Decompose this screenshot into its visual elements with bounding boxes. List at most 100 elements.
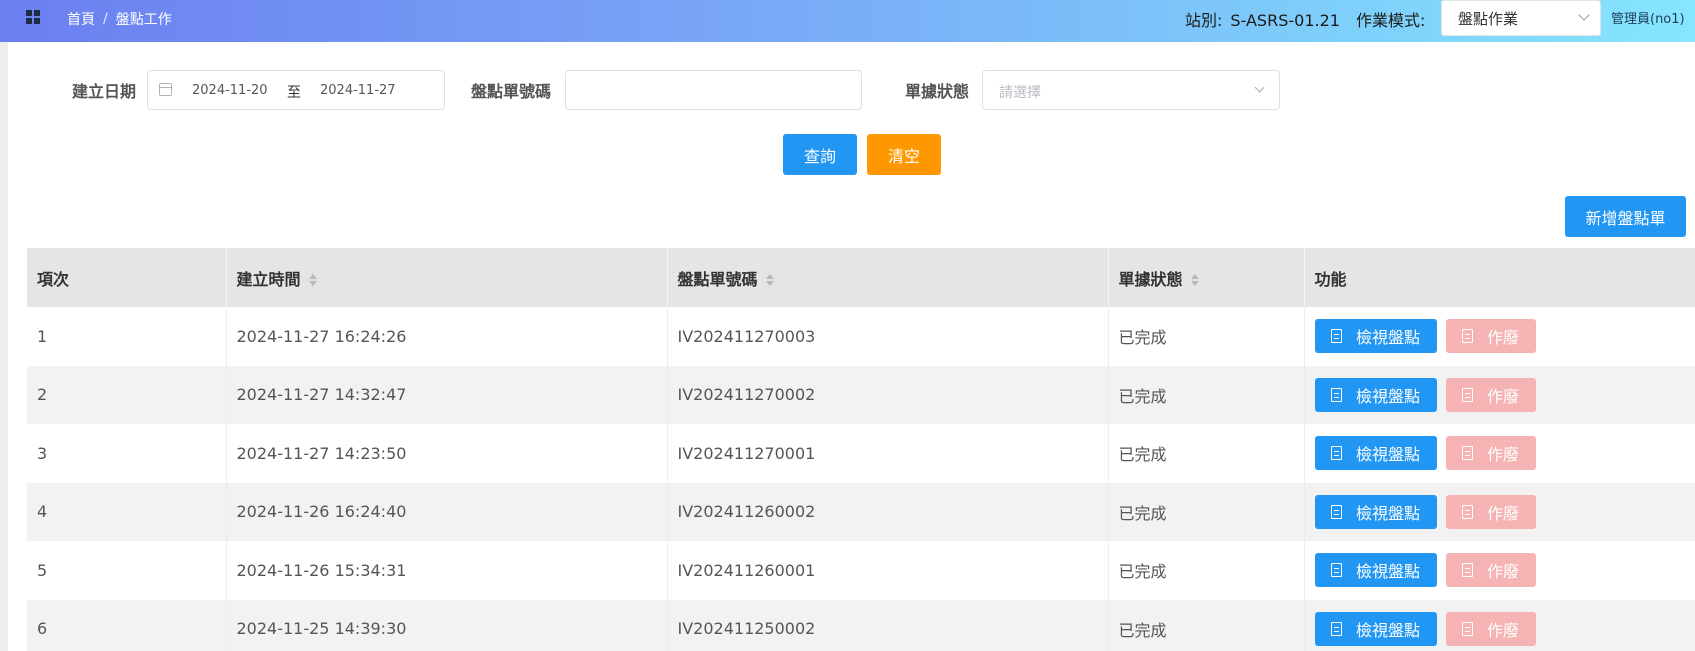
sort-icon[interactable] (765, 274, 774, 286)
cell-status: 已完成 (1108, 424, 1305, 483)
view-inventory-label: 檢視盤點 (1355, 445, 1420, 465)
cell-index: 3 (27, 424, 227, 483)
breadcrumb-current: 盤點工作 (115, 12, 172, 28)
document-icon (1461, 621, 1473, 636)
date-filter-label: 建立日期 (72, 82, 137, 101)
sort-icon[interactable] (1190, 274, 1199, 286)
cell-created-time: 2024-11-26 15:34:31 (226, 541, 668, 600)
void-label: 作廢 (1486, 386, 1519, 406)
void-label: 作廢 (1486, 562, 1519, 582)
cell-actions: 檢視盤點 作廢 (1304, 541, 1695, 600)
void-button[interactable]: 作廢 (1445, 553, 1536, 588)
date-range-separator: 至 (287, 85, 301, 101)
apps-grid-icon[interactable] (26, 10, 42, 26)
cell-status: 已完成 (1108, 599, 1305, 651)
cell-actions: 檢視盤點 作廢 (1304, 307, 1695, 366)
cell-created-time: 2024-11-27 14:23:50 (226, 424, 668, 483)
date-range-picker[interactable]: 2024-11-20 至 2024-11-27 (147, 70, 445, 110)
status-filter-label: 單據狀態 (905, 82, 970, 101)
station-info: 站別: S-ASRS-01.21 (1185, 7, 1340, 31)
cell-order-no: IV202411250002 (667, 599, 1109, 651)
document-icon (1330, 563, 1342, 578)
table-row: 5 2024-11-26 15:34:31 IV202411260001 已完成 檢視盤… (27, 541, 1695, 600)
station-label: 站別: (1185, 11, 1223, 30)
breadcrumb-home[interactable]: 首頁 (67, 9, 95, 29)
cell-order-no: IV202411260002 (667, 482, 1109, 541)
order-no-label: 盤點單號碼 (471, 82, 552, 101)
cell-created-time: 2024-11-26 16:24:40 (226, 482, 668, 541)
cell-order-no: IV202411270003 (667, 307, 1109, 366)
view-inventory-label: 檢視盤點 (1355, 328, 1420, 348)
cell-actions: 檢視盤點 作廢 (1304, 365, 1695, 424)
document-icon (1461, 504, 1473, 519)
void-label: 作廢 (1486, 503, 1519, 523)
cell-index: 6 (27, 599, 227, 651)
date-from[interactable]: 2024-11-20 (192, 83, 268, 98)
breadcrumb-separator: / (103, 11, 108, 27)
document-icon (1330, 504, 1342, 519)
cell-status: 已完成 (1108, 482, 1305, 541)
cell-status: 已完成 (1108, 365, 1305, 424)
inventory-order-table: 項次 建立時間 盤點單號碼 單據狀態 功能 1 2024-11-27 16:24:… (27, 248, 1695, 651)
column-header-actions: 功能 (1304, 248, 1695, 307)
mode-select[interactable]: 盤點作業 (1441, 0, 1601, 36)
view-inventory-button[interactable]: 檢視盤點 (1314, 377, 1437, 412)
column-header-status[interactable]: 單據狀態 (1108, 248, 1305, 307)
table-row: 3 2024-11-27 14:23:50 IV202411270001 已完成 檢視盤… (27, 424, 1695, 483)
document-icon (1330, 446, 1342, 461)
document-icon (1461, 446, 1473, 461)
cell-created-time: 2024-11-27 16:24:26 (226, 307, 668, 366)
cell-index: 1 (27, 307, 227, 366)
calendar-icon (159, 83, 172, 96)
void-button[interactable]: 作廢 (1445, 611, 1536, 646)
document-icon (1330, 329, 1342, 344)
chevron-down-icon (1578, 9, 1590, 21)
cell-created-time: 2024-11-25 14:39:30 (226, 599, 668, 651)
status-select-placeholder: 請選擇 (999, 85, 1041, 101)
void-label: 作廢 (1486, 445, 1519, 465)
document-icon (1461, 329, 1473, 344)
table-row: 2 2024-11-27 14:32:47 IV202411270002 已完成 檢視盤… (27, 365, 1695, 424)
void-button[interactable]: 作廢 (1445, 377, 1536, 412)
date-to[interactable]: 2024-11-27 (320, 83, 396, 98)
table-row: 6 2024-11-25 14:39:30 IV202411250002 已完成 檢視盤… (27, 599, 1695, 651)
view-inventory-button[interactable]: 檢視盤點 (1314, 494, 1437, 529)
view-inventory-button[interactable]: 檢視盤點 (1314, 436, 1437, 471)
left-edge-strip (0, 42, 8, 651)
mode-label: 作業模式: (1356, 11, 1426, 30)
new-inventory-order-button[interactable]: 新增盤點單 (1565, 196, 1686, 237)
chevron-down-icon (1254, 82, 1265, 93)
view-inventory-label: 檢視盤點 (1355, 503, 1420, 523)
status-select[interactable]: 請選擇 (982, 70, 1280, 110)
sort-icon[interactable] (308, 274, 317, 286)
void-button[interactable]: 作廢 (1445, 494, 1536, 529)
query-button[interactable]: 查詢 (783, 134, 857, 175)
cell-index: 4 (27, 482, 227, 541)
cell-status: 已完成 (1108, 541, 1305, 600)
table-header-row: 項次 建立時間 盤點單號碼 單據狀態 功能 (27, 248, 1695, 307)
view-inventory-label: 檢視盤點 (1355, 620, 1420, 640)
cell-order-no: IV202411270002 (667, 365, 1109, 424)
document-icon (1461, 387, 1473, 402)
user-name[interactable]: 管理員(no1) (1611, 8, 1685, 27)
column-header-order-no[interactable]: 盤點單號碼 (667, 248, 1109, 307)
view-inventory-button[interactable]: 檢視盤點 (1314, 553, 1437, 588)
view-inventory-button[interactable]: 檢視盤點 (1314, 611, 1437, 646)
mode-select-value: 盤點作業 (1458, 10, 1519, 28)
cell-created-time: 2024-11-27 14:32:47 (226, 365, 668, 424)
column-header-created-time[interactable]: 建立時間 (226, 248, 668, 307)
void-button[interactable]: 作廢 (1445, 436, 1536, 471)
top-header: 首頁 / 盤點工作 站別: S-ASRS-01.21 作業模式: 盤點作業 管理員… (0, 0, 1695, 42)
view-inventory-button[interactable]: 檢視盤點 (1314, 319, 1437, 354)
clear-button[interactable]: 清空 (867, 134, 941, 175)
void-label: 作廢 (1486, 620, 1519, 640)
cell-index: 5 (27, 541, 227, 600)
void-label: 作廢 (1486, 328, 1519, 348)
cell-actions: 檢視盤點 作廢 (1304, 424, 1695, 483)
cell-actions: 檢視盤點 作廢 (1304, 599, 1695, 651)
cell-index: 2 (27, 365, 227, 424)
cell-order-no: IV202411260001 (667, 541, 1109, 600)
order-no-input[interactable] (565, 70, 862, 110)
document-icon (1330, 387, 1342, 402)
void-button[interactable]: 作廢 (1445, 319, 1536, 354)
